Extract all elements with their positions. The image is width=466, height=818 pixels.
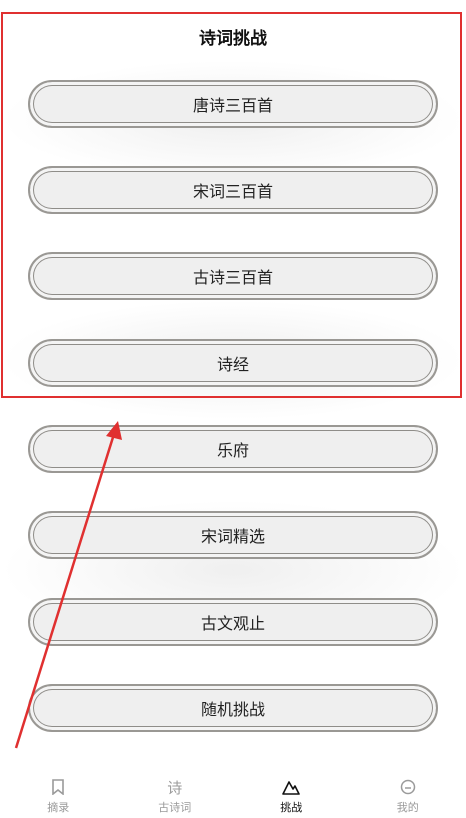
btn-random-challenge[interactable]: 随机挑战 (28, 684, 438, 732)
btn-song-ci[interactable]: 宋词三百首 (28, 166, 438, 214)
page-title: 诗词挑战 (199, 29, 267, 49)
btn-ancient-poems[interactable]: 古诗三百首 (28, 252, 438, 300)
tab-label: 我的 (396, 801, 419, 814)
btn-shijing[interactable]: 诗经 (28, 339, 438, 387)
bottom-tabbar: 摘录 诗 古诗词 挑战 我的 (0, 766, 466, 818)
btn-guwen-guanzhi[interactable]: 古文观止 (28, 598, 438, 646)
tab-label: 古诗词 (158, 801, 192, 814)
btn-yuefu[interactable]: 乐府 (28, 425, 438, 473)
tab-challenge[interactable]: 挑战 (233, 766, 350, 818)
btn-tang-poems[interactable]: 唐诗三百首 (28, 80, 438, 128)
tab-label: 摘录 (47, 801, 70, 814)
tab-poems[interactable]: 诗 古诗词 (117, 766, 234, 818)
btn-song-ci-selection[interactable]: 宋词精选 (28, 511, 438, 559)
tab-excerpts[interactable]: 摘录 (0, 766, 117, 818)
tab-mine[interactable]: 我的 (350, 766, 466, 818)
poem-icon: 诗 (167, 778, 183, 797)
tab-label: 挑战 (280, 801, 303, 814)
profile-icon (399, 778, 417, 796)
bookmark-icon (49, 778, 67, 796)
mountain-icon (282, 778, 301, 796)
